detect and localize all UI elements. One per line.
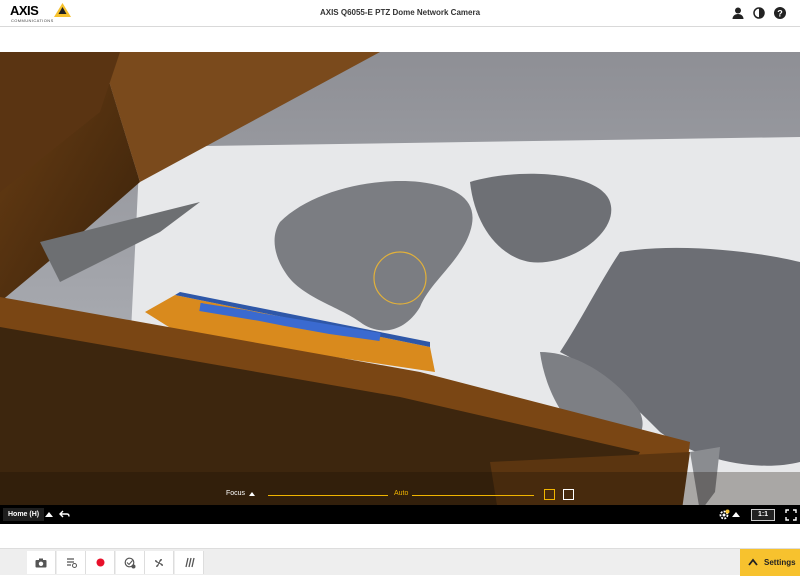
preset-selector[interactable]: Home (H) <box>3 508 45 521</box>
stream-profile-icon <box>66 558 77 568</box>
focus-recall-icon[interactable] <box>563 489 574 500</box>
svg-text:?: ? <box>777 9 783 19</box>
top-bar: AXIS COMMUNICATIONS AXIS Q6055-E PTZ Dom… <box>0 0 800 27</box>
wiper-icon <box>184 557 195 568</box>
brand-sub: COMMUNICATIONS <box>11 18 54 23</box>
gear-caret-icon[interactable] <box>732 512 740 518</box>
focus-caret-icon[interactable] <box>249 492 255 496</box>
fan-icon <box>155 558 163 567</box>
video-stream[interactable] <box>0 52 800 524</box>
focus-slider-left[interactable] <box>268 495 388 496</box>
preset-caret-icon[interactable] <box>45 511 53 518</box>
fan-button[interactable] <box>145 551 174 574</box>
settings-gear-icon[interactable] <box>718 509 730 521</box>
camera-view-image <box>0 52 800 524</box>
focus-mode-value: Auto <box>394 490 409 497</box>
help-icon[interactable]: ? <box>773 6 787 20</box>
page-title: AXIS Q6055-E PTZ Dome Network Camera <box>319 8 481 17</box>
bottom-toolbar: Settings <box>0 548 800 576</box>
fullscreen-icon[interactable] <box>785 509 797 521</box>
record-icon <box>96 558 104 567</box>
record-button[interactable] <box>86 551 115 574</box>
video-control-bar: Home (H) 1:1 <box>0 505 800 524</box>
settings-label: Settings <box>764 558 796 567</box>
chevron-up-icon <box>748 558 758 566</box>
return-home-icon[interactable] <box>59 509 70 520</box>
aspect-ratio-button[interactable]: 1:1 <box>751 509 775 521</box>
ptz-control-icon <box>124 557 136 568</box>
user-icon[interactable] <box>731 6 745 20</box>
wiper-button[interactable] <box>175 551 204 574</box>
focus-toggle[interactable]: Focus <box>226 490 245 497</box>
settings-button[interactable]: Settings <box>740 549 800 576</box>
stream-profile-button[interactable] <box>57 551 86 574</box>
camera-snapshot-icon <box>35 558 47 567</box>
snapshot-button[interactable] <box>27 551 56 574</box>
ptz-control-button[interactable] <box>116 551 145 574</box>
contrast-icon[interactable] <box>752 6 766 20</box>
autofocus-area-icon[interactable] <box>544 489 555 500</box>
focus-control-bar: Focus Auto <box>0 487 800 503</box>
focus-slider-right[interactable] <box>412 495 534 496</box>
